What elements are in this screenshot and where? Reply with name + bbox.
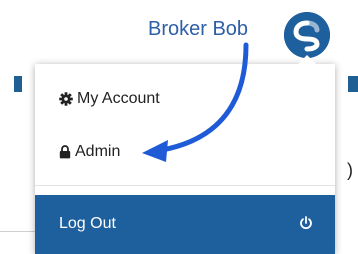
- dropdown-caret: [298, 55, 316, 64]
- user-name-annotation: Broker Bob: [148, 18, 249, 40]
- menu-item-admin[interactable]: Admin: [59, 141, 120, 163]
- background-text-fragment: ): [347, 160, 353, 180]
- background-header-bar: [348, 76, 358, 92]
- menu-divider: [35, 185, 335, 186]
- menu-item-label: My Account: [77, 90, 160, 107]
- background-divider: [0, 231, 36, 232]
- gear-icon: [59, 92, 73, 106]
- menu-item-label: Admin: [75, 143, 121, 160]
- user-avatar-button[interactable]: [284, 12, 330, 58]
- logout-label: Log Out: [59, 215, 116, 232]
- power-icon: [299, 216, 313, 235]
- lock-icon: [59, 145, 71, 159]
- menu-item-my-account[interactable]: My Account: [59, 88, 160, 110]
- brand-logo-icon: [284, 12, 330, 58]
- background-header-bar: [14, 76, 22, 92]
- logout-button[interactable]: Log Out: [35, 195, 335, 254]
